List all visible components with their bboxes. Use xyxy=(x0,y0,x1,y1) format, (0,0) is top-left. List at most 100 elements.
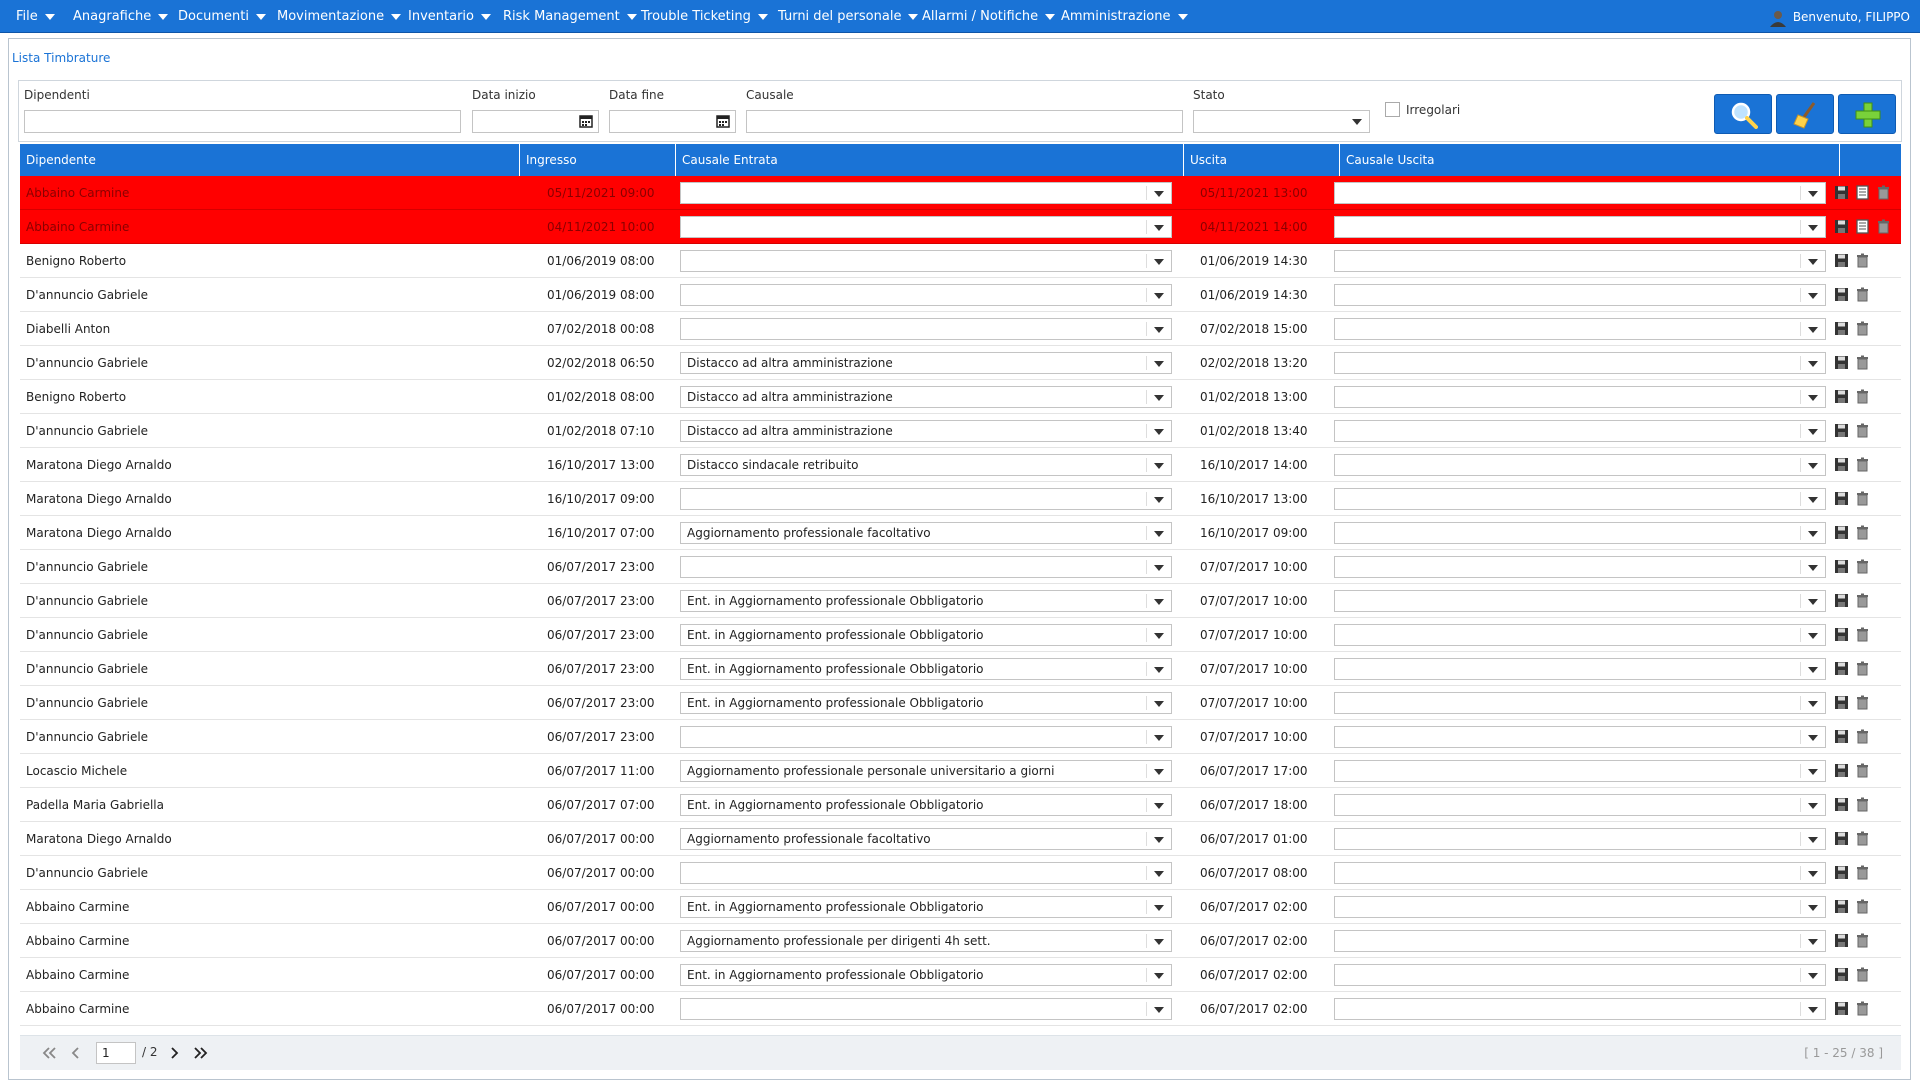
save-icon[interactable] xyxy=(1834,525,1849,540)
trash-icon[interactable] xyxy=(1855,423,1870,438)
causale-entrata-select[interactable] xyxy=(680,318,1172,340)
copy-icon[interactable] xyxy=(1855,219,1870,234)
table-row[interactable]: Benigno Roberto 01/02/2018 08:00 Distacco … xyxy=(20,380,1901,414)
table-row[interactable]: Padella Maria Gabriella 06/07/2017 07:00 E… xyxy=(20,788,1901,822)
trash-icon[interactable] xyxy=(1855,457,1870,472)
causale-uscita-select[interactable] xyxy=(1334,760,1826,782)
table-row[interactable]: D'annuncio Gabriele 06/07/2017 23:00 Ent. … xyxy=(20,686,1901,720)
causale-entrata-select[interactable] xyxy=(680,250,1172,272)
causale-entrata-select[interactable]: Ent. in Aggiornamento professionale Obbl… xyxy=(680,658,1172,680)
causale-uscita-select[interactable] xyxy=(1334,454,1826,476)
save-icon[interactable] xyxy=(1834,627,1849,642)
causale-entrata-select[interactable]: Distacco sindacale retribuito xyxy=(680,454,1172,476)
save-icon[interactable] xyxy=(1834,899,1849,914)
irregolari-checkbox[interactable] xyxy=(1385,102,1400,117)
causale-input[interactable] xyxy=(746,110,1183,133)
save-icon[interactable] xyxy=(1834,729,1849,744)
trash-icon[interactable] xyxy=(1855,865,1870,880)
trash-icon[interactable] xyxy=(1855,559,1870,574)
save-icon[interactable] xyxy=(1834,219,1849,234)
causale-uscita-select[interactable] xyxy=(1334,726,1826,748)
causale-entrata-select[interactable] xyxy=(680,488,1172,510)
causale-entrata-select[interactable]: Aggiornamento professionale facoltativo xyxy=(680,828,1172,850)
header-dipendente[interactable]: Dipendente xyxy=(20,144,520,176)
trash-icon[interactable] xyxy=(1855,661,1870,676)
causale-entrata-select[interactable] xyxy=(680,998,1172,1020)
save-icon[interactable] xyxy=(1834,695,1849,710)
causale-entrata-select[interactable]: Aggiornamento professionale per dirigent… xyxy=(680,930,1172,952)
save-icon[interactable] xyxy=(1834,661,1849,676)
table-row[interactable]: Abbaino Carmine 06/07/2017 00:00 Ent. in A… xyxy=(20,890,1901,924)
causale-uscita-select[interactable] xyxy=(1334,590,1826,612)
clear-button[interactable] xyxy=(1776,94,1834,134)
trash-icon[interactable] xyxy=(1855,525,1870,540)
table-row[interactable]: Maratona Diego Arnaldo 16/10/2017 13:00 Di… xyxy=(20,448,1901,482)
causale-entrata-select[interactable] xyxy=(680,284,1172,306)
table-row[interactable]: D'annuncio Gabriele 02/02/2018 06:50 Dista… xyxy=(20,346,1901,380)
menu-trouble-ticketing[interactable]: Trouble Ticketing xyxy=(641,0,768,33)
menu-movimentazione[interactable]: Movimentazione xyxy=(277,0,402,33)
causale-uscita-select[interactable] xyxy=(1334,658,1826,680)
table-row[interactable]: D'annuncio Gabriele 06/07/2017 00:00 06/07… xyxy=(20,856,1901,890)
save-icon[interactable] xyxy=(1834,355,1849,370)
save-icon[interactable] xyxy=(1834,933,1849,948)
welcome-user[interactable]: Benvenuto, FILIPPO xyxy=(1769,0,1910,33)
save-icon[interactable] xyxy=(1834,797,1849,812)
causale-entrata-select[interactable] xyxy=(680,556,1172,578)
copy-icon[interactable] xyxy=(1855,185,1870,200)
table-row[interactable]: D'annuncio Gabriele 06/07/2017 23:00 Ent. … xyxy=(20,618,1901,652)
menu-inventario[interactable]: Inventario xyxy=(408,0,491,33)
page-input[interactable]: 1 xyxy=(96,1042,136,1064)
causale-uscita-select[interactable] xyxy=(1334,862,1826,884)
prev-page-icon[interactable] xyxy=(70,1047,80,1059)
save-icon[interactable] xyxy=(1834,389,1849,404)
causale-entrata-select[interactable]: Aggiornamento professionale personale un… xyxy=(680,760,1172,782)
save-icon[interactable] xyxy=(1834,253,1849,268)
header-uscita[interactable]: Uscita xyxy=(1184,144,1340,176)
trash-icon[interactable] xyxy=(1855,1001,1870,1016)
causale-uscita-select[interactable] xyxy=(1334,624,1826,646)
table-row[interactable]: Abbaino Carmine 06/07/2017 00:00 Aggiornam… xyxy=(20,924,1901,958)
menu-documenti[interactable]: Documenti xyxy=(178,0,266,33)
causale-uscita-select[interactable] xyxy=(1334,828,1826,850)
menu-risk-management[interactable]: Risk Management xyxy=(503,0,637,33)
trash-icon[interactable] xyxy=(1855,491,1870,506)
causale-uscita-select[interactable] xyxy=(1334,386,1826,408)
causale-uscita-select[interactable] xyxy=(1334,182,1826,204)
table-row[interactable]: Benigno Roberto 01/06/2019 08:00 01/06/201… xyxy=(20,244,1901,278)
causale-uscita-select[interactable] xyxy=(1334,352,1826,374)
causale-entrata-select[interactable]: Aggiornamento professionale facoltativo xyxy=(680,522,1172,544)
save-icon[interactable] xyxy=(1834,321,1849,336)
trash-icon[interactable] xyxy=(1855,287,1870,302)
causale-uscita-select[interactable] xyxy=(1334,556,1826,578)
calendar-icon[interactable] xyxy=(716,114,730,128)
causale-uscita-select[interactable] xyxy=(1334,216,1826,238)
table-row[interactable]: Maratona Diego Arnaldo 16/10/2017 07:00 Ag… xyxy=(20,516,1901,550)
table-row[interactable]: Diabelli Anton 07/02/2018 00:08 07/02/2018… xyxy=(20,312,1901,346)
menu-allarmi-notifiche[interactable]: Allarmi / Notifiche xyxy=(922,0,1056,33)
causale-entrata-select[interactable]: Distacco ad altra amministrazione xyxy=(680,386,1172,408)
save-icon[interactable] xyxy=(1834,457,1849,472)
trash-icon[interactable] xyxy=(1855,797,1870,812)
table-row[interactable]: Locascio Michele 06/07/2017 11:00 Aggiorna… xyxy=(20,754,1901,788)
calendar-icon[interactable] xyxy=(579,114,593,128)
table-row[interactable]: D'annuncio Gabriele 01/02/2018 07:10 Dista… xyxy=(20,414,1901,448)
causale-entrata-select[interactable]: Distacco ad altra amministrazione xyxy=(680,420,1172,442)
causale-uscita-select[interactable] xyxy=(1334,998,1826,1020)
causale-entrata-select[interactable] xyxy=(680,182,1172,204)
trash-icon[interactable] xyxy=(1855,831,1870,846)
table-row[interactable]: D'annuncio Gabriele 06/07/2017 23:00 Ent. … xyxy=(20,652,1901,686)
save-icon[interactable] xyxy=(1834,287,1849,302)
causale-entrata-select[interactable]: Ent. in Aggiornamento professionale Obbl… xyxy=(680,964,1172,986)
causale-uscita-select[interactable] xyxy=(1334,522,1826,544)
trash-icon[interactable] xyxy=(1855,355,1870,370)
dipendenti-input[interactable] xyxy=(24,110,461,133)
causale-uscita-select[interactable] xyxy=(1334,964,1826,986)
trash-icon[interactable] xyxy=(1855,729,1870,744)
save-icon[interactable] xyxy=(1834,967,1849,982)
trash-icon[interactable] xyxy=(1855,967,1870,982)
trash-icon[interactable] xyxy=(1876,219,1891,234)
causale-entrata-select[interactable]: Ent. in Aggiornamento professionale Obbl… xyxy=(680,896,1172,918)
table-row[interactable]: D'annuncio Gabriele 06/07/2017 23:00 07/07… xyxy=(20,720,1901,754)
header-ingresso[interactable]: Ingresso xyxy=(520,144,676,176)
